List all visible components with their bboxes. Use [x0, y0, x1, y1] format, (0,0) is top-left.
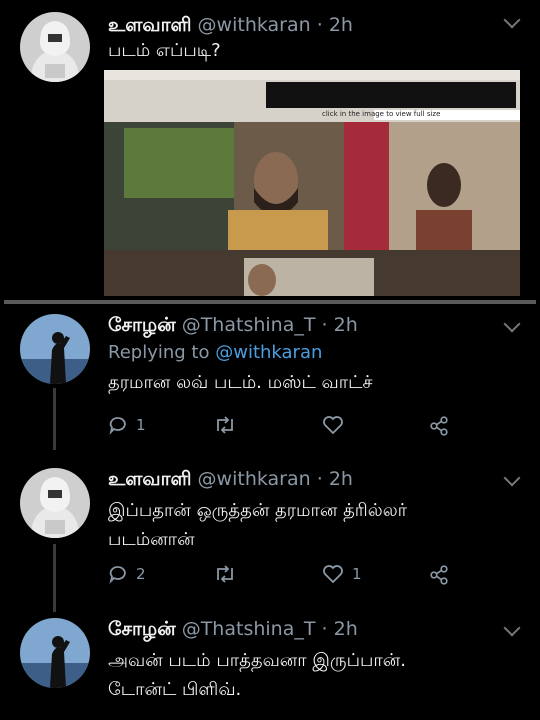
- replying-to: Replying to @withkaran: [108, 342, 323, 363]
- retweet-button[interactable]: [214, 564, 244, 584]
- handle[interactable]: @Thatshina_T: [182, 618, 316, 640]
- reply-button[interactable]: 2: [108, 564, 146, 584]
- share-icon: [430, 416, 448, 436]
- tweet-text: அவன் படம் பாத்தவனா இருப்பான். டோன்ட் பிள…: [108, 650, 406, 700]
- share-icon: [430, 565, 448, 585]
- timestamp[interactable]: 2h: [334, 314, 358, 336]
- handle[interactable]: @withkaran: [198, 14, 311, 36]
- tweet-text: படம் எப்படி?: [108, 40, 221, 61]
- tweet-actions: 2 1: [108, 564, 468, 590]
- display-name[interactable]: உளவாளி: [108, 14, 192, 36]
- handle[interactable]: @Thatshina_T: [182, 314, 316, 336]
- thread-line: [53, 388, 56, 450]
- share-button[interactable]: [428, 415, 450, 437]
- retweet-icon: [217, 416, 233, 434]
- tweet-header: சோழன் @Thatshina_T · 2h: [108, 618, 358, 640]
- avatar[interactable]: [20, 618, 90, 688]
- avatar[interactable]: [20, 314, 90, 384]
- handle[interactable]: @withkaran: [198, 468, 311, 490]
- retweet-icon: [217, 565, 233, 583]
- tweet-text: இப்பதான் ஒருத்தன் தரமான த்ரில்லர் படம்னா…: [108, 500, 408, 550]
- timestamp[interactable]: 2h: [329, 468, 353, 490]
- chevron-down-icon[interactable]: [503, 619, 521, 637]
- movie-still-image: [104, 70, 520, 296]
- replying-to-link[interactable]: @withkaran: [215, 342, 322, 363]
- display-name[interactable]: உளவாளி: [108, 468, 192, 490]
- tweet-2[interactable]: சோழன் @Thatshina_T · 2h Replying to @wit…: [0, 304, 540, 450]
- heart-icon: [323, 416, 343, 435]
- timestamp[interactable]: 2h: [334, 618, 358, 640]
- tweet-3[interactable]: உளவாளி @withkaran · 2h இப்பதான் ஒருத்தன்…: [0, 454, 540, 614]
- display-name[interactable]: சோழன்: [108, 314, 176, 336]
- timestamp[interactable]: 2h: [329, 14, 353, 36]
- reply-button[interactable]: 1: [108, 415, 146, 435]
- like-count: 1: [352, 565, 362, 583]
- reply-icon: [109, 417, 126, 435]
- heart-icon: [323, 565, 343, 584]
- thread-line: [53, 544, 56, 612]
- reply-count: 2: [136, 565, 146, 583]
- chevron-down-icon[interactable]: [503, 315, 521, 333]
- reply-count: 1: [136, 416, 146, 434]
- tweet-text: தரமான லவ் படம். மஸ்ட் வாட்ச்: [108, 372, 373, 393]
- tweet-1[interactable]: உளவாளி @withkaran · 2h படம் எப்படி? clic…: [0, 0, 540, 300]
- tweet-4[interactable]: சோழன் @Thatshina_T · 2h அவன் படம் பாத்தவ…: [0, 610, 540, 720]
- tweet-actions: 1: [108, 415, 468, 441]
- display-name[interactable]: சோழன்: [108, 618, 176, 640]
- retweet-button[interactable]: [214, 415, 244, 435]
- share-button[interactable]: [428, 564, 450, 586]
- avatar[interactable]: [20, 468, 90, 538]
- chevron-down-icon[interactable]: [503, 11, 521, 29]
- chevron-down-icon[interactable]: [503, 469, 521, 487]
- reply-icon: [109, 566, 126, 584]
- tweet-header: சோழன் @Thatshina_T · 2h: [108, 314, 358, 336]
- media-caption: click in the image to view full size: [322, 110, 441, 118]
- tweet-media[interactable]: click in the image to view full size: [104, 70, 520, 296]
- avatar[interactable]: [20, 12, 90, 82]
- like-button[interactable]: [322, 415, 352, 435]
- tweet-header: உளவாளி @withkaran · 2h: [108, 468, 353, 490]
- like-button[interactable]: 1: [322, 564, 362, 584]
